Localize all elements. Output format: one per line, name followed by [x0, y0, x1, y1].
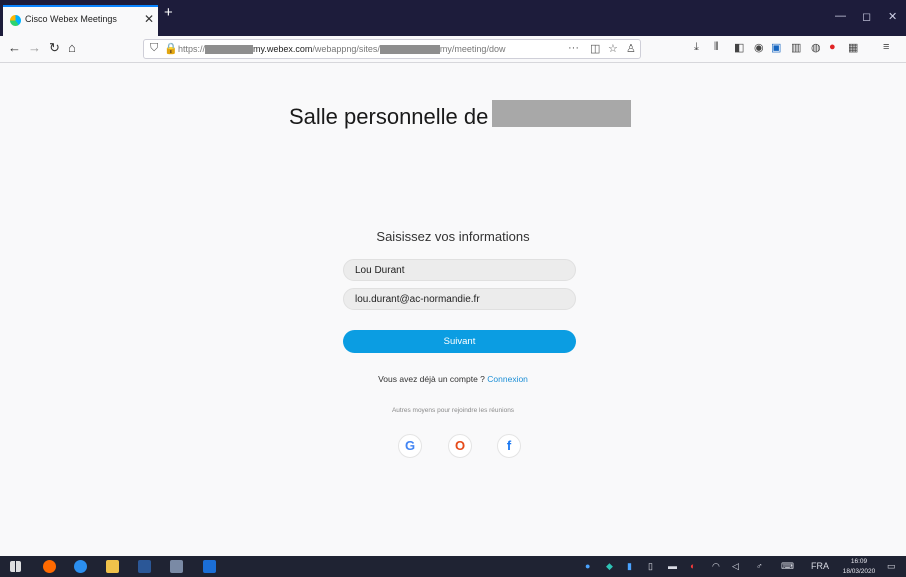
- url-bar[interactable]: ⛉ 🔒 https://my.webex.com/webappng/sites/…: [143, 39, 641, 59]
- home-icon[interactable]: ⌂: [68, 40, 76, 55]
- next-button[interactable]: Suivant: [343, 330, 576, 353]
- name-redaction: [492, 100, 631, 127]
- email-field[interactable]: [343, 288, 576, 310]
- keyboard-icon[interactable]: ⌨: [781, 561, 794, 572]
- facebook-icon[interactable]: f: [497, 434, 521, 458]
- menu-icon[interactable]: ≡: [883, 41, 889, 53]
- extension-icon[interactable]: ▣: [771, 41, 781, 54]
- back-arrow-icon[interactable]: ←: [8, 40, 21, 55]
- word-icon[interactable]: [138, 560, 151, 573]
- pocket-icon[interactable]: ◫: [590, 42, 600, 55]
- account-icon[interactable]: ◉: [754, 41, 764, 54]
- page-actions-icon[interactable]: ···: [568, 42, 579, 54]
- reader-icon[interactable]: ♙: [626, 42, 636, 55]
- forward-arrow-icon[interactable]: →: [28, 40, 41, 55]
- email-input[interactable]: [344, 289, 565, 310]
- windows-taskbar: ● ◆ ▮ ▯ ▬ ◐ ◠ ◁ ♂ ⌨ FRA 16:09 18/03/2020…: [0, 556, 906, 577]
- bookmark-star-icon[interactable]: ☆: [608, 42, 618, 55]
- browser-icon[interactable]: [74, 560, 87, 573]
- tray-icon[interactable]: ◆: [606, 561, 613, 572]
- form-heading: Saisissez vos informations: [376, 229, 530, 244]
- wifi-icon[interactable]: ◠: [712, 561, 720, 572]
- url-redaction: [379, 45, 440, 55]
- shield-icon[interactable]: ⛉: [150, 42, 158, 55]
- office-icon[interactable]: O: [448, 434, 472, 458]
- name-field[interactable]: [343, 259, 576, 281]
- file-explorer-icon[interactable]: [106, 560, 119, 573]
- sidebar-icon[interactable]: ◧: [734, 41, 744, 54]
- webex-favicon-icon: [10, 15, 21, 26]
- language-indicator[interactable]: FRA: [811, 561, 829, 571]
- alternative-methods-label: Autres moyens pour rejoindre les réunion…: [391, 407, 515, 414]
- name-input[interactable]: [344, 260, 565, 281]
- download-icon[interactable]: ⤓: [694, 41, 699, 54]
- account-prompt: Vous avez déjà un compte ? Connexion: [0, 374, 906, 384]
- tray-icon[interactable]: ◐: [690, 561, 695, 571]
- tray-icon[interactable]: ♂: [756, 561, 763, 571]
- clock-time: 16:09: [850, 558, 868, 565]
- tray-icon[interactable]: ●: [585, 561, 590, 571]
- lock-icon[interactable]: 🔒: [164, 42, 178, 55]
- tab-bar: Cisco Webex Meetings ✕ + — ◻ ✕: [0, 0, 906, 36]
- tray-icon[interactable]: ▮: [627, 561, 632, 572]
- adblock-icon[interactable]: ●: [829, 41, 836, 53]
- tab-title: Cisco Webex Meetings: [25, 14, 117, 24]
- start-icon[interactable]: [10, 561, 21, 572]
- qr-code-icon[interactable]: ▦: [848, 41, 858, 54]
- app-icon[interactable]: [203, 560, 216, 573]
- extension-icon[interactable]: ◍: [811, 41, 821, 54]
- tray-icon[interactable]: ▯: [648, 561, 653, 572]
- tab-close-icon[interactable]: ✕: [144, 12, 154, 26]
- minimize-button[interactable]: —: [835, 10, 846, 22]
- close-window-button[interactable]: ✕: [888, 10, 897, 23]
- maximize-button[interactable]: ◻: [862, 10, 871, 23]
- new-tab-icon[interactable]: +: [164, 4, 173, 21]
- url-text: https://my.webex.com/webappng/sites/my/m…: [178, 44, 506, 55]
- firefox-icon[interactable]: [43, 560, 56, 573]
- google-icon[interactable]: G: [398, 434, 422, 458]
- notifications-icon[interactable]: ▭: [887, 561, 896, 572]
- library-icon[interactable]: ⫴: [714, 41, 719, 54]
- volume-icon[interactable]: ◁: [732, 561, 739, 572]
- clock[interactable]: 16:09 18/03/2020: [838, 557, 880, 577]
- clock-date: 18/03/2020: [842, 568, 876, 575]
- login-link[interactable]: Connexion: [487, 374, 528, 384]
- reload-icon[interactable]: ↻: [49, 40, 60, 56]
- navigation-bar: ← → ↻ ⌂ ⛉ 🔒 https://my.webex.com/webappn…: [0, 36, 906, 63]
- app-icon[interactable]: [170, 560, 183, 573]
- tray-icon[interactable]: ▬: [668, 561, 677, 571]
- tab-webex[interactable]: Cisco Webex Meetings ✕: [3, 5, 158, 36]
- extension-icon[interactable]: ▥: [791, 41, 801, 54]
- url-redaction: [205, 45, 254, 55]
- account-question: Vous avez déjà un compte ?: [378, 374, 485, 384]
- page-title: Salle personnelle de: [289, 104, 489, 129]
